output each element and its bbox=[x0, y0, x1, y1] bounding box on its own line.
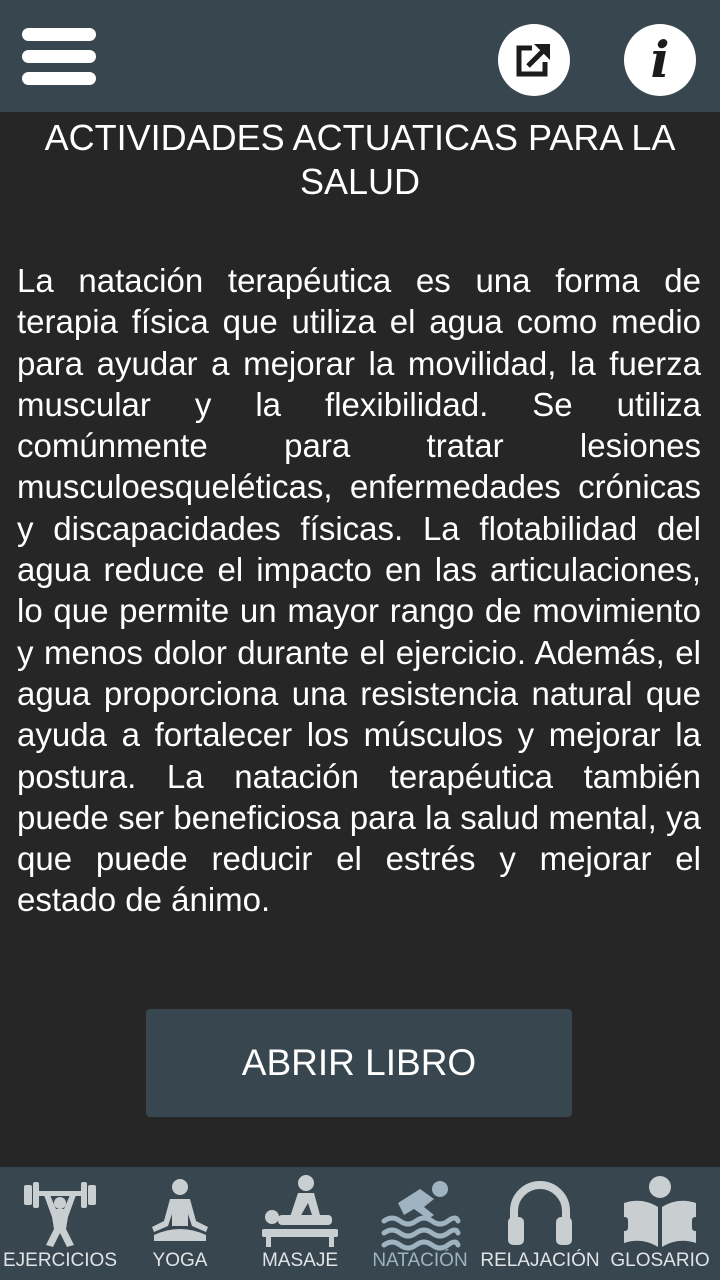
nav-item-masaje[interactable]: MASAJE bbox=[240, 1167, 360, 1280]
swimmer-icon bbox=[381, 1181, 461, 1251]
top-app-bar: i bbox=[0, 0, 720, 112]
nav-item-natacion[interactable]: NATACIÓN bbox=[360, 1167, 480, 1280]
hamburger-menu-icon[interactable] bbox=[22, 28, 98, 86]
info-icon[interactable]: i bbox=[624, 24, 696, 96]
nav-item-relajacion[interactable]: RELAJACIÓN bbox=[480, 1167, 600, 1280]
book-reader-icon bbox=[619, 1176, 701, 1247]
nav-item-glosario[interactable]: GLOSARIO bbox=[600, 1167, 720, 1280]
nav-label: RELAJACIÓN bbox=[480, 1250, 600, 1271]
nav-label: YOGA bbox=[152, 1250, 208, 1271]
nav-item-ejercicios[interactable]: EJERCICIOS bbox=[0, 1167, 120, 1280]
massage-icon bbox=[262, 1175, 338, 1247]
nav-label: MASAJE bbox=[261, 1250, 339, 1271]
weightlifter-icon bbox=[24, 1182, 96, 1247]
external-link-icon[interactable] bbox=[498, 24, 570, 96]
nav-label: NATACIÓN bbox=[372, 1250, 468, 1271]
external-link-glyph bbox=[516, 43, 551, 77]
nav-item-yoga[interactable]: YOGA bbox=[120, 1167, 240, 1280]
nav-label: GLOSARIO bbox=[610, 1250, 710, 1271]
info-glyph: i bbox=[650, 30, 670, 89]
headphones-icon bbox=[508, 1181, 572, 1245]
bottom-navigation: EJERCICIOS YOGA MASAJE NATACIÓN RELAJACI… bbox=[0, 1167, 720, 1280]
article-body: La natación terapéutica es una forma de … bbox=[17, 262, 701, 919]
nav-label: EJERCICIOS bbox=[2, 1250, 118, 1271]
meditation-icon bbox=[152, 1179, 208, 1241]
page-title: ACTIVIDADES ACTUATICAS PARA LA SALUD bbox=[44, 117, 676, 202]
open-book-button[interactable]: ABRIR LIBRO bbox=[146, 1009, 572, 1117]
